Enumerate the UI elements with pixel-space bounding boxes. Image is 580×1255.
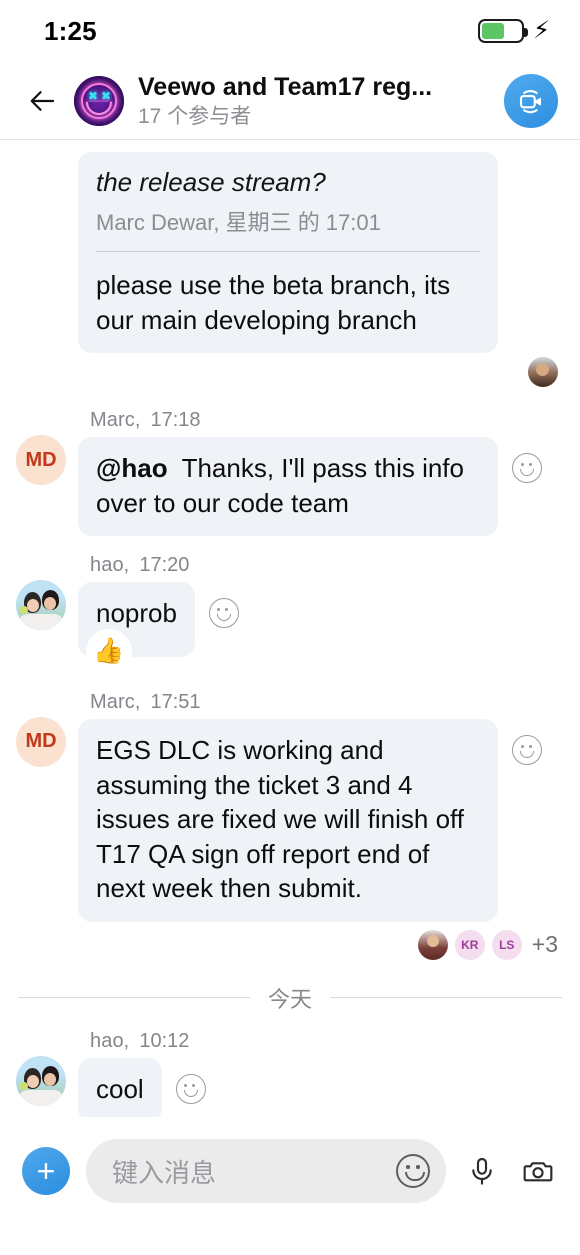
avatar-eye-right-icon: ✖ <box>101 88 112 103</box>
divider-line-left <box>18 997 250 999</box>
read-receipts: KR LS +3 <box>0 929 580 960</box>
read-receipts <box>0 357 580 388</box>
add-attachment-button[interactable]: + <box>22 1147 70 1195</box>
chat-header: ✖ ✖ Veewo and Team17 reg... 17 个参与者 <box>0 62 580 140</box>
avatar[interactable]: MD <box>16 716 66 767</box>
divider-label: 今天 <box>268 986 313 1012</box>
message-input[interactable]: 键入消息 <box>86 1139 446 1203</box>
battery-icon <box>478 19 529 43</box>
read-receipt-overflow-count[interactable]: +3 <box>532 931 558 958</box>
divider-line-right <box>330 997 563 999</box>
group-avatar[interactable]: ✖ ✖ <box>74 75 124 126</box>
message-bubble[interactable]: EGS DLC is working and assuming the tick… <box>78 718 498 922</box>
header-text-block[interactable]: Veewo and Team17 reg... 17 个参与者 <box>138 72 504 129</box>
participant-count: 17 个参与者 <box>138 104 252 128</box>
message-meta: hao, 17:20 <box>90 554 564 577</box>
avatar-flower <box>20 606 28 615</box>
mention-tag[interactable]: @hao <box>96 453 168 483</box>
status-time: 1:25 <box>44 15 97 46</box>
message-composer: + 键入消息 <box>0 1117 580 1255</box>
bubble-wrap: noprob 👍 <box>78 582 564 675</box>
message-row: hao, 10:12 cool <box>0 1030 580 1117</box>
video-call-button[interactable] <box>504 73 558 128</box>
message-body: Marc, 17:51 EGS DLC is working and assumi… <box>78 691 564 922</box>
avatar-column <box>16 1030 78 1117</box>
message-meta: hao, 10:12 <box>90 1030 564 1053</box>
timestamp: 10:12 <box>139 1029 190 1052</box>
message-body: Marc, 17:18 @hao Thanks, I'll pass this i… <box>78 409 564 537</box>
bubble-wrap: EGS DLC is working and assuming the tick… <box>78 718 564 922</box>
read-receipt-avatar: KR <box>454 929 485 960</box>
message-body: hao, 10:12 cool <box>78 1030 564 1117</box>
arrow-left-icon <box>30 90 55 111</box>
message-bubble[interactable]: noprob 👍 <box>78 582 195 675</box>
message-text: cool <box>96 1073 144 1104</box>
add-reaction-icon[interactable] <box>512 453 542 484</box>
timestamp: 17:18 <box>150 409 201 432</box>
quoted-text: the release stream? <box>96 167 326 197</box>
avatar-face-left <box>27 1074 39 1088</box>
message-body: the release stream? Marc Dewar, 星期三 的 17… <box>78 152 564 354</box>
thumbs-up-reaction-icon[interactable]: 👍 <box>86 628 132 675</box>
add-reaction-icon[interactable] <box>208 598 239 629</box>
message-bubble[interactable]: @hao Thanks, I'll pass this info over to… <box>78 437 498 537</box>
page-title: Veewo and Team17 reg... <box>138 72 433 101</box>
message-input-placeholder: 键入消息 <box>112 1157 217 1188</box>
message-row: MD Marc, 17:18 @hao Thanks, I'll pass thi… <box>0 409 580 537</box>
message-meta: Marc, 17:51 <box>90 691 564 714</box>
microphone-icon <box>472 1157 492 1185</box>
message-row: MD Marc, 17:51 EGS DLC is working and ass… <box>0 691 580 922</box>
back-button[interactable] <box>20 78 66 124</box>
quoted-attribution: Marc Dewar, 星期三 的 17:01 <box>96 209 381 235</box>
message-row: hao, 17:20 noprob 👍 <box>0 554 580 675</box>
avatar[interactable] <box>16 1055 66 1106</box>
message-text: please use the beta branch, its our main… <box>96 270 451 335</box>
add-reaction-icon[interactable] <box>175 1073 206 1104</box>
message-row: the release stream? Marc Dewar, 星期三 的 17… <box>0 152 580 354</box>
sender-name: hao, <box>90 1029 130 1052</box>
status-bar: 1:25 ⚡ <box>0 0 580 62</box>
avatar-spacer <box>16 152 78 353</box>
avatar-body <box>18 614 64 631</box>
battery-fill <box>482 23 505 39</box>
add-reaction-icon[interactable] <box>512 734 542 765</box>
camera-icon <box>523 1162 553 1182</box>
avatar-column: MD <box>16 691 78 922</box>
emoji-picker-icon[interactable] <box>396 1154 430 1188</box>
quote-divider <box>96 251 480 253</box>
timestamp: 17:20 <box>139 554 190 577</box>
message-body: hao, 17:20 noprob 👍 <box>78 554 564 675</box>
bubble-wrap: cool <box>78 1057 564 1117</box>
sender-name: Marc, <box>90 409 141 432</box>
message-text: noprob <box>96 598 177 629</box>
avatar-column <box>16 554 78 657</box>
status-indicators: ⚡ <box>478 19 550 43</box>
avatar[interactable] <box>16 580 66 631</box>
bubble-wrap: @hao Thanks, I'll pass this info over to… <box>78 437 564 537</box>
charging-bolt-icon: ⚡ <box>533 17 550 44</box>
camera-button[interactable] <box>518 1151 558 1191</box>
date-divider: 今天 <box>0 982 580 1014</box>
avatar-face-right <box>44 1072 56 1086</box>
video-camera-icon <box>519 89 541 113</box>
microphone-button[interactable] <box>462 1151 502 1191</box>
message-bubble[interactable]: cool <box>78 1057 162 1117</box>
avatar-column: MD <box>16 409 78 536</box>
bubble-wrap: the release stream? Marc Dewar, 星期三 的 17… <box>78 152 564 354</box>
read-receipt-avatar <box>528 357 558 388</box>
avatar[interactable]: MD <box>16 435 66 486</box>
message-list[interactable]: the release stream? Marc Dewar, 星期三 的 17… <box>0 140 580 1117</box>
read-receipt-avatar: LS <box>491 929 522 960</box>
avatar-flower <box>20 1081 28 1090</box>
sender-name: hao, <box>90 554 130 577</box>
message-meta: Marc, 17:18 <box>90 409 564 432</box>
sender-name: Marc, <box>90 690 141 713</box>
avatar-eye-left-icon: ✖ <box>88 88 99 103</box>
message-bubble[interactable]: the release stream? Marc Dewar, 星期三 的 17… <box>78 152 498 354</box>
avatar-body <box>18 1089 64 1106</box>
read-receipt-avatar <box>417 929 448 960</box>
timestamp: 17:51 <box>150 690 201 713</box>
message-text: EGS DLC is working and assuming the tick… <box>96 734 465 904</box>
